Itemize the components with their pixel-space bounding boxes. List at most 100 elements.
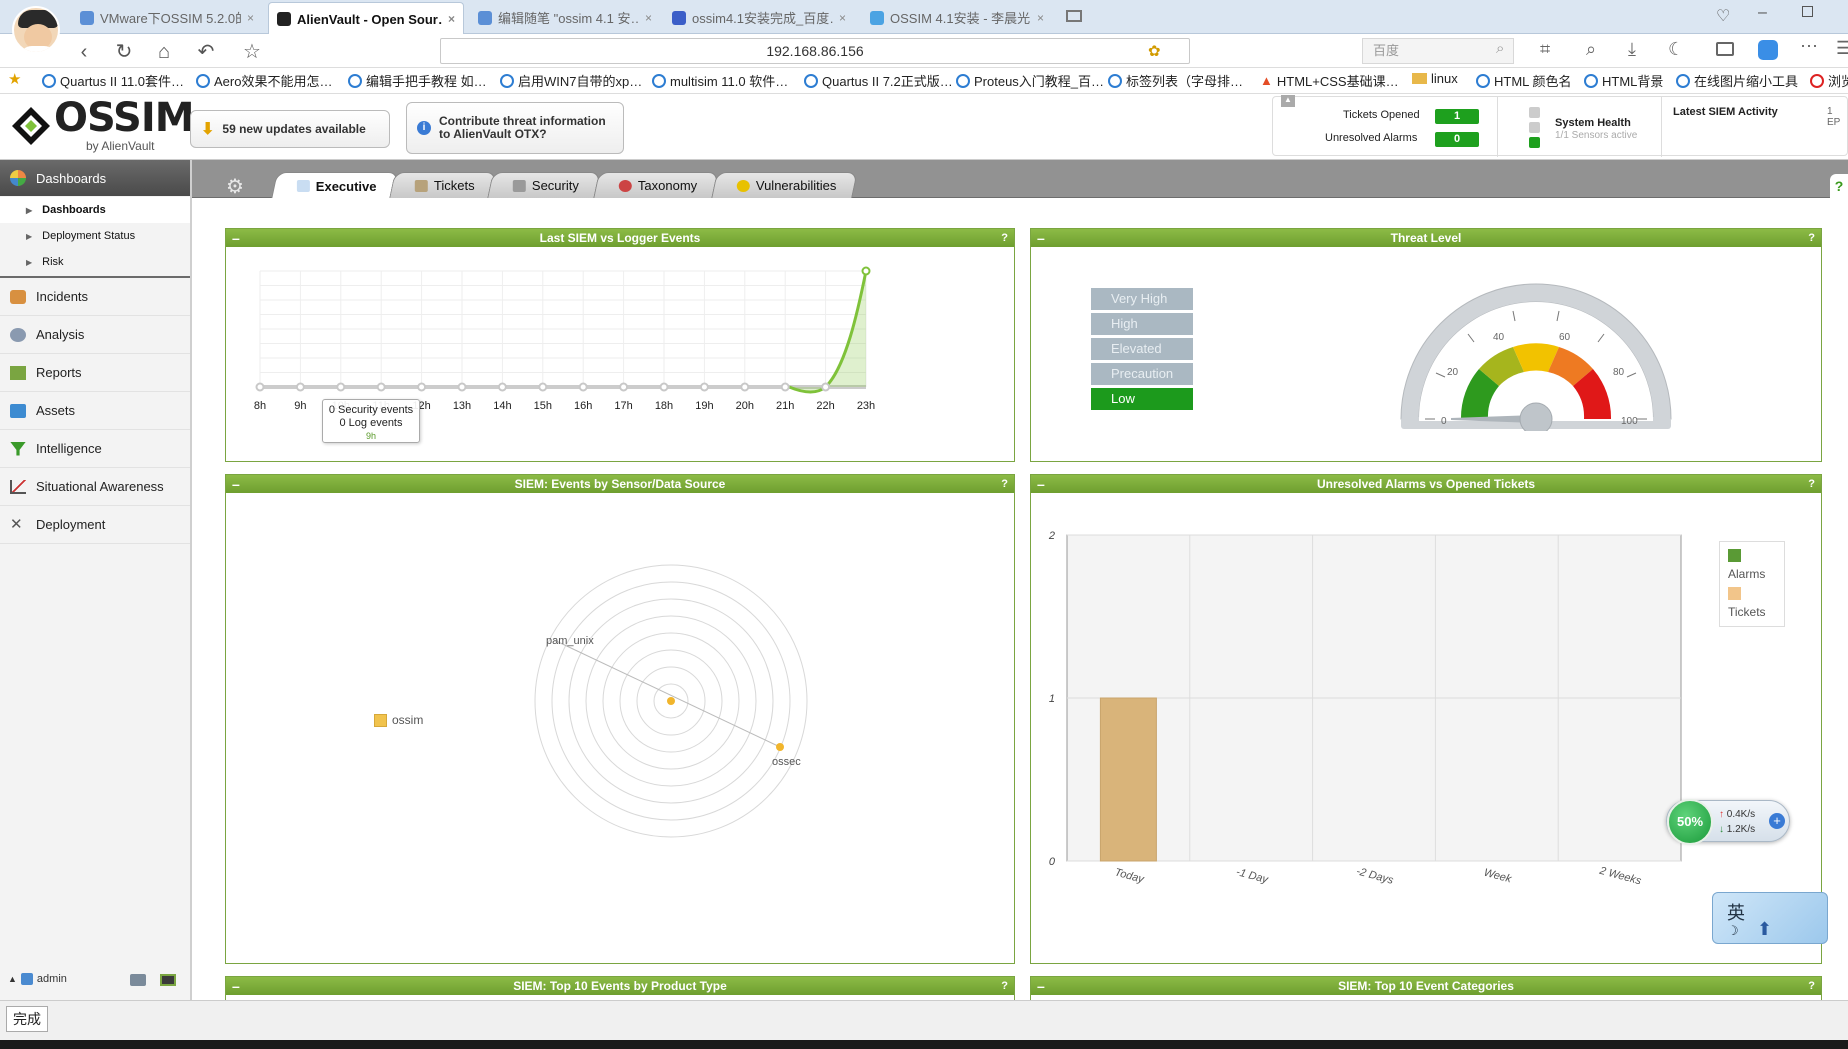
favorites-star-icon[interactable]: ★ bbox=[8, 70, 21, 88]
sidebar-item-incidents[interactable]: Incidents bbox=[0, 278, 190, 316]
minimize-icon[interactable]: – bbox=[1037, 475, 1045, 493]
close-icon[interactable]: × bbox=[448, 12, 455, 26]
settings-gear-icon[interactable]: ⚙ bbox=[226, 174, 244, 199]
x-tick-label: 17h bbox=[614, 400, 632, 412]
sidebar-item-reports[interactable]: Reports bbox=[0, 354, 190, 392]
panel-title: SIEM: Top 10 Events by Product Type bbox=[513, 979, 727, 993]
browser-tab[interactable]: VMware下OSSIM 5.2.0的…× bbox=[72, 2, 262, 33]
updates-button[interactable]: ⬇ 59 new updates available bbox=[190, 110, 390, 148]
chart-icon bbox=[296, 180, 310, 192]
user-menu[interactable]: ▲ admin bbox=[8, 973, 67, 985]
bookmark[interactable]: 在线图片缩小工具 bbox=[1676, 71, 1798, 90]
sidebar-item-situational-awareness[interactable]: Situational Awareness bbox=[0, 468, 190, 506]
home-icon[interactable]: ⌂ bbox=[152, 40, 176, 64]
bookmark[interactable]: 标签列表（字母排… bbox=[1108, 71, 1243, 90]
sidebar-item-deployment[interactable]: ✕ Deployment bbox=[0, 506, 190, 544]
close-icon[interactable]: × bbox=[1037, 11, 1044, 25]
search-input[interactable]: 百度 bbox=[1362, 38, 1514, 64]
tickets-opened-badge[interactable]: 1 bbox=[1435, 109, 1479, 124]
minimize-icon[interactable]: – bbox=[1037, 229, 1045, 247]
tab-vulnerabilities[interactable]: Vulnerabilities bbox=[711, 172, 859, 198]
threat-level-very-high: Very High bbox=[1091, 288, 1193, 310]
sidebar-item-intelligence[interactable]: Intelligence bbox=[0, 430, 190, 468]
bookmark[interactable]: Quartus II 7.2正式版… bbox=[804, 71, 953, 90]
refresh-icon[interactable]: ↻ bbox=[112, 40, 136, 64]
monitor-icon[interactable] bbox=[130, 974, 146, 986]
bookmark[interactable]: ▲ HTML+CSS基础课… bbox=[1260, 71, 1399, 90]
network-speed-widget[interactable]: 50% ↑ 0.4K/s ↓ 1.2K/s + bbox=[1666, 799, 1790, 845]
help-icon[interactable]: ? bbox=[1001, 977, 1008, 995]
sidebar-sub-deployment-status[interactable]: ▶ Deployment Status bbox=[0, 223, 190, 249]
tab-tickets[interactable]: Tickets bbox=[389, 172, 497, 198]
unresolved-alarms-badge[interactable]: 0 bbox=[1435, 132, 1479, 147]
minimize-icon[interactable]: – bbox=[232, 977, 240, 995]
bookmark[interactable]: HTML 颜色名 bbox=[1476, 71, 1572, 90]
tab-taxonomy[interactable]: Taxonomy bbox=[593, 172, 720, 198]
taxonomy-icon bbox=[618, 179, 632, 192]
app-icon[interactable] bbox=[1758, 40, 1778, 60]
night-mode-icon[interactable]: ☾ bbox=[1668, 39, 1684, 60]
bookmark[interactable]: linux bbox=[1412, 71, 1458, 86]
close-icon[interactable]: × bbox=[247, 11, 254, 25]
minimize-icon[interactable]: – bbox=[232, 475, 240, 493]
sidebar-item-dashboards-head[interactable]: Dashboards bbox=[0, 160, 190, 196]
tab-grid-icon[interactable] bbox=[1066, 10, 1082, 22]
divider bbox=[1497, 97, 1498, 157]
help-icon[interactable]: ? bbox=[1808, 229, 1815, 247]
user-avatar[interactable] bbox=[12, 6, 60, 54]
bookmark[interactable]: 启用WIN7自带的xp… bbox=[500, 71, 642, 90]
bookmark[interactable]: 浏览 bbox=[1810, 71, 1848, 90]
minimize-icon[interactable]: – bbox=[1758, 4, 1767, 22]
close-icon[interactable]: × bbox=[839, 11, 846, 25]
legend-swatch bbox=[374, 714, 387, 728]
minimize-icon[interactable]: – bbox=[1037, 977, 1045, 995]
find-icon[interactable]: ⌕ bbox=[1586, 39, 1596, 60]
otx-button[interactable]: i Contribute threat information to AlienV… bbox=[406, 102, 624, 154]
extension-icon[interactable]: ✿ bbox=[1148, 42, 1161, 60]
back-icon[interactable]: ‹ bbox=[72, 40, 96, 64]
bookmark[interactable]: Aero效果不能用怎… bbox=[196, 71, 332, 90]
crop-icon[interactable]: ⌗ bbox=[1540, 39, 1550, 60]
bookmark[interactable]: Quartus II 11.0套件… bbox=[42, 71, 184, 90]
bookmark[interactable]: multisim 11.0 软件… bbox=[652, 71, 788, 90]
search-icon[interactable]: ⌕ bbox=[1496, 40, 1504, 57]
sidebar-sub-dashboards[interactable]: ▶ Dashboards bbox=[0, 197, 190, 223]
x-tick-label: 14h bbox=[493, 400, 511, 412]
bookmark[interactable]: 编辑手把手教程 如… bbox=[348, 71, 487, 90]
bookmark[interactable]: Proteus入门教程_百… bbox=[956, 71, 1104, 90]
terminal-icon[interactable] bbox=[160, 974, 176, 986]
sidebar-item-analysis[interactable]: Analysis bbox=[0, 316, 190, 354]
undo-icon[interactable]: ↶ bbox=[194, 40, 218, 64]
tab-executive[interactable]: Executive bbox=[271, 172, 399, 199]
maximize-icon[interactable] bbox=[1802, 6, 1813, 17]
sidebar-item-assets[interactable]: Assets bbox=[0, 392, 190, 430]
help-icon[interactable]: ? bbox=[1830, 174, 1848, 198]
add-icon[interactable]: + bbox=[1769, 813, 1785, 829]
tab-security[interactable]: Security bbox=[487, 172, 601, 198]
star-icon[interactable]: ☆ bbox=[240, 40, 264, 64]
ime-widget[interactable]: 英 ☽ ⬆ bbox=[1712, 892, 1828, 944]
shirt-icon[interactable]: ♡ bbox=[1716, 6, 1730, 26]
browser-tab[interactable]: OSSIM 4.1安装 - 李晨光… × bbox=[862, 2, 1052, 33]
screenshot-icon[interactable] bbox=[1716, 42, 1734, 56]
close-icon[interactable]: × bbox=[645, 11, 652, 25]
radar-label-pam-unix: pam_unix bbox=[546, 635, 594, 647]
address-bar[interactable]: 192.168.86.156 bbox=[440, 38, 1190, 64]
help-icon[interactable]: ? bbox=[1001, 229, 1008, 247]
menu-icon[interactable]: ☰ bbox=[1836, 38, 1848, 59]
browser-tab[interactable]: 编辑随笔 "ossim 4.1 安… × bbox=[470, 2, 660, 33]
help-icon[interactable]: ? bbox=[1808, 977, 1815, 995]
more-icon[interactable]: ⋯ bbox=[1800, 36, 1818, 57]
info-icon: i bbox=[417, 121, 431, 135]
data-point bbox=[295, 382, 305, 392]
browser-tab[interactable]: ossim4.1安装完成_百度… × bbox=[664, 2, 854, 33]
status-done-button[interactable]: 完成 bbox=[6, 1006, 48, 1032]
sidebar-sub-risk[interactable]: ▶ Risk bbox=[0, 249, 190, 275]
collapse-icon[interactable]: ▲ bbox=[1281, 95, 1295, 107]
browser-tab-active[interactable]: AlienVault - Open Sour… × bbox=[268, 2, 464, 35]
help-icon[interactable]: ? bbox=[1808, 475, 1815, 493]
download-icon[interactable]: ⤓ bbox=[1628, 39, 1636, 60]
help-icon[interactable]: ? bbox=[1001, 475, 1008, 493]
minimize-icon[interactable]: – bbox=[232, 229, 240, 247]
bookmark[interactable]: HTML背景 bbox=[1584, 71, 1663, 90]
